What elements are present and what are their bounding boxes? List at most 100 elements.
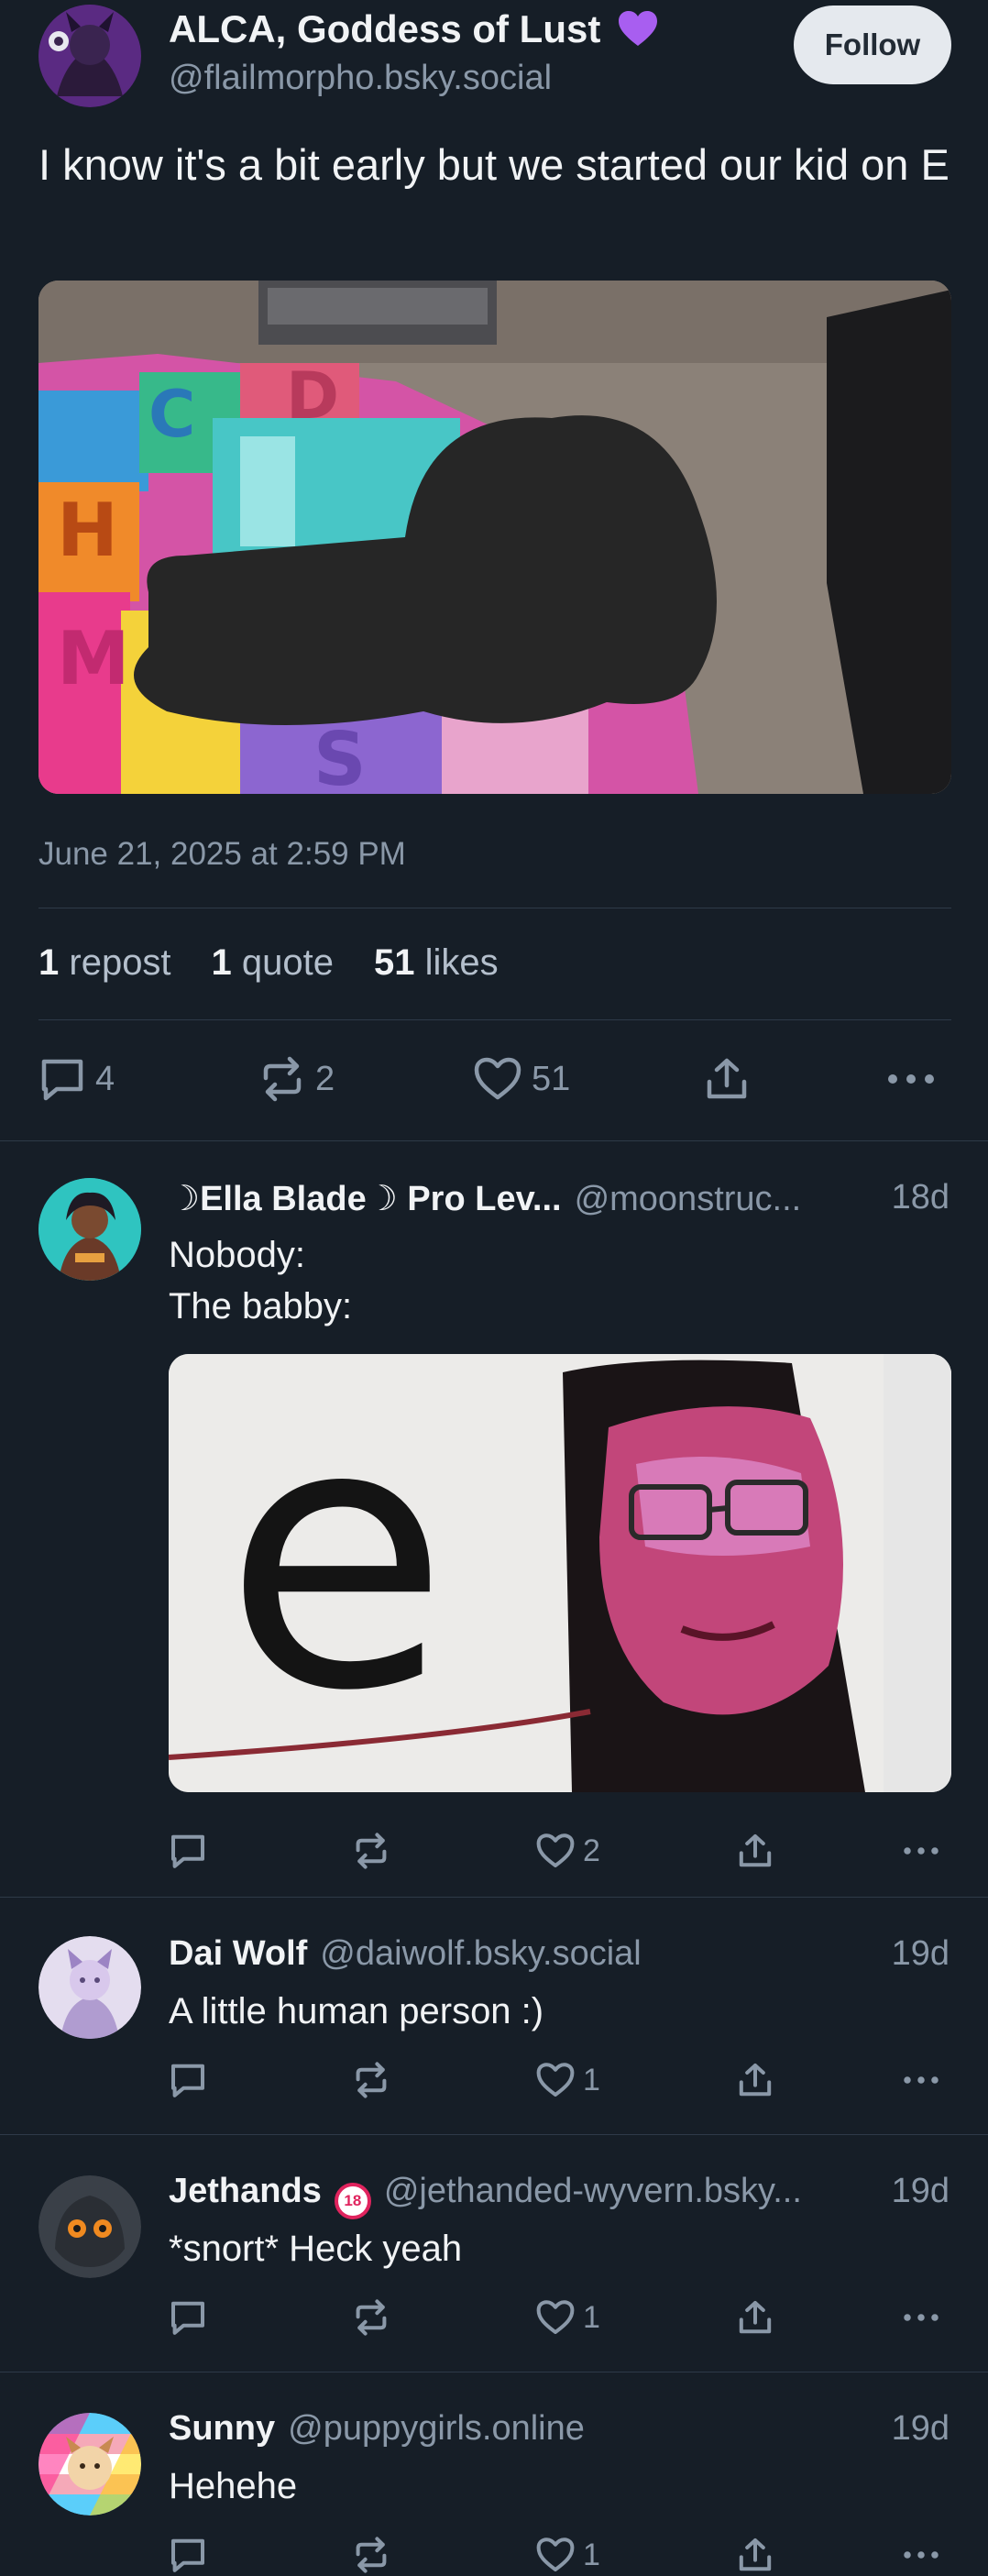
reposts-stat[interactable]: 1 repost xyxy=(38,942,171,984)
reply-button[interactable] xyxy=(169,1830,207,1872)
mat-letter-c: C xyxy=(148,377,195,452)
meme-letter: e xyxy=(224,1354,449,1771)
reply-actions: 2 xyxy=(169,1830,951,1872)
adult-badge-icon: 18 xyxy=(334,2183,371,2219)
share-icon xyxy=(737,2299,774,2336)
reply-icon xyxy=(169,2062,207,2098)
more-options-button[interactable] xyxy=(902,1830,940,1872)
repost-icon xyxy=(352,2299,390,2336)
post-timestamp[interactable]: June 21, 2025 at 2:59 PM xyxy=(38,836,406,873)
share-button[interactable] xyxy=(704,1051,750,1106)
reply-icon xyxy=(169,2537,207,2573)
mat-letter-m: M xyxy=(57,616,130,701)
more-icon xyxy=(902,2073,940,2087)
reply-post[interactable]: ☽Ella Blade☽ Pro Lev... @moonstruc... 18… xyxy=(0,1141,988,1898)
reply-icon xyxy=(169,2299,207,2336)
reply-header: Sunny @puppygirls.online xyxy=(169,2409,585,2449)
like-button[interactable]: 1 xyxy=(535,2296,600,2339)
post-text: I know it's a bit early but we started o… xyxy=(38,140,950,189)
share-button[interactable] xyxy=(737,2296,774,2339)
heart-emoji-icon xyxy=(617,9,659,48)
main-post: ALCA, Goddess of Lust @flailmorpho.bsky.… xyxy=(0,0,988,1141)
like-button[interactable]: 51 xyxy=(473,1051,570,1106)
reply-text: Nobody: The babby: xyxy=(169,1235,353,1327)
like-icon xyxy=(535,1833,576,1869)
like-button[interactable]: 2 xyxy=(535,1830,600,1872)
reply-author-name[interactable]: Sunny xyxy=(169,2409,275,2449)
reply-text: A little human person :) xyxy=(169,1991,544,2031)
reply-author-handle[interactable]: @puppygirls.online xyxy=(288,2409,585,2449)
reply-button[interactable] xyxy=(169,2059,207,2101)
author-handle[interactable]: @flailmorpho.bsky.social xyxy=(169,59,552,98)
share-icon xyxy=(737,1833,774,1869)
reply-post[interactable]: Sunny @puppygirls.online 19d Hehehe 1 xyxy=(0,2372,988,2576)
repost-button[interactable] xyxy=(352,1830,390,1872)
share-icon xyxy=(737,2062,774,2098)
share-button[interactable] xyxy=(737,2059,774,2101)
share-button[interactable] xyxy=(737,2534,774,2576)
mat-letter-d: D xyxy=(286,358,339,434)
reply-avatar[interactable] xyxy=(38,2413,141,2515)
reply-header: ☽Ella Blade☽ Pro Lev... @moonstruc... xyxy=(169,1178,801,1219)
reply-post[interactable]: Dai Wolf @daiwolf.bsky.social 19d A litt… xyxy=(0,1898,988,2135)
repost-icon xyxy=(352,1833,390,1869)
reply-author-name[interactable]: Dai Wolf xyxy=(169,1934,307,1974)
reply-header: Jethands 18 @jethanded-wyvern.bsky... xyxy=(169,2172,802,2219)
reply-button[interactable]: 4 xyxy=(38,1051,115,1106)
reply-button[interactable] xyxy=(169,2534,207,2576)
reply-author-handle[interactable]: @jethanded-wyvern.bsky... xyxy=(384,2172,802,2211)
like-button[interactable]: 1 xyxy=(535,2059,600,2101)
reply-time[interactable]: 18d xyxy=(892,1178,950,1217)
reply-author-handle[interactable]: @daiwolf.bsky.social xyxy=(320,1934,641,1974)
reply-actions: 1 xyxy=(169,2534,951,2576)
reply-avatar[interactable] xyxy=(38,1178,141,1281)
reply-time[interactable]: 19d xyxy=(892,2409,950,2449)
mat-letter-h: H xyxy=(57,488,118,573)
reply-author-name[interactable]: ☽Ella Blade☽ Pro Lev... xyxy=(169,1178,562,1219)
like-icon xyxy=(535,2299,576,2336)
repost-button[interactable] xyxy=(352,2534,390,2576)
share-icon xyxy=(737,2537,774,2573)
mat-letter-s: S xyxy=(313,717,367,794)
post-actions: 4 2 51 xyxy=(38,1051,951,1106)
share-button[interactable] xyxy=(737,1830,774,1872)
follow-button[interactable]: Follow xyxy=(794,6,951,84)
reply-text: *snort* Heck yeah xyxy=(169,2229,463,2269)
more-options-button[interactable] xyxy=(885,1051,937,1106)
divider xyxy=(38,1019,951,1020)
like-icon xyxy=(473,1056,522,1102)
reply-avatar[interactable] xyxy=(38,2175,141,2278)
like-icon xyxy=(535,2062,576,2098)
more-options-button[interactable] xyxy=(902,2534,940,2576)
author-display-name[interactable]: ALCA, Goddess of Lust xyxy=(169,7,659,51)
reply-post[interactable]: Jethands 18 @jethanded-wyvern.bsky... 19… xyxy=(0,2135,988,2372)
more-icon xyxy=(902,2548,940,2562)
reply-avatar[interactable] xyxy=(38,1936,141,2039)
reply-author-handle[interactable]: @moonstruc... xyxy=(575,1180,802,1219)
repost-button[interactable]: 2 xyxy=(258,1051,335,1106)
reply-image[interactable]: e xyxy=(169,1354,951,1792)
reply-header: Dai Wolf @daiwolf.bsky.social xyxy=(169,1934,642,1974)
reply-actions: 1 xyxy=(169,2059,951,2101)
more-icon xyxy=(885,1070,937,1088)
post-stats: 1 repost 1 quote 51 likes xyxy=(38,942,499,984)
author-avatar[interactable] xyxy=(38,5,141,107)
reply-time[interactable]: 19d xyxy=(892,1934,950,1974)
repost-button[interactable] xyxy=(352,2059,390,2101)
reply-button[interactable] xyxy=(169,2296,207,2339)
reply-icon xyxy=(169,1833,207,1869)
repost-icon xyxy=(258,1056,306,1102)
more-options-button[interactable] xyxy=(902,2296,940,2339)
reply-icon xyxy=(38,1056,86,1102)
reply-time[interactable]: 19d xyxy=(892,2172,950,2211)
more-options-button[interactable] xyxy=(902,2059,940,2101)
reply-text: Hehehe xyxy=(169,2466,298,2506)
reply-author-name[interactable]: Jethands xyxy=(169,2172,322,2211)
quotes-stat[interactable]: 1 quote xyxy=(212,942,334,984)
repost-icon xyxy=(352,2062,390,2098)
likes-stat[interactable]: 51 likes xyxy=(374,942,499,984)
repost-icon xyxy=(352,2537,390,2573)
post-image[interactable]: C D H M S xyxy=(38,281,951,794)
like-button[interactable]: 1 xyxy=(535,2534,600,2576)
repost-button[interactable] xyxy=(352,2296,390,2339)
